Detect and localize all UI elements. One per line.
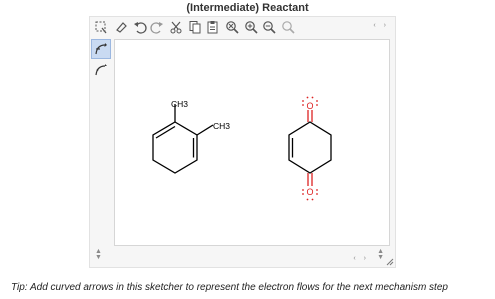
- bottom-scroll-arrows[interactable]: ‹ ›: [353, 255, 369, 262]
- curved-arrow-electron-pair-icon[interactable]: [91, 39, 111, 59]
- scissors-icon[interactable]: [167, 18, 185, 36]
- right-vertical-scroll-arrows[interactable]: ▲ ▼: [377, 248, 384, 261]
- dimethylcyclohexadiene-molecule: [152, 104, 214, 174]
- undo-icon[interactable]: [131, 18, 149, 36]
- eraser-icon[interactable]: [112, 18, 130, 36]
- oxygen-label-top: O: [307, 101, 314, 111]
- resize-grip-icon[interactable]: [386, 258, 394, 266]
- methyl-label-1: CH3: [171, 99, 188, 109]
- page-title: (Intermediate) Reactant: [186, 2, 309, 14]
- paste-icon[interactable]: [204, 18, 222, 36]
- sketcher-panel: ‹ › CH3 CH3 O O ▲ ▼ ‹ › ▲ ▼: [89, 16, 396, 268]
- redo-icon[interactable]: [148, 18, 166, 36]
- zoom-reset-icon[interactable]: [223, 18, 241, 36]
- zoom-fit-icon[interactable]: [279, 18, 297, 36]
- lone-pair-dots: [302, 96, 318, 201]
- tip-text: Tip: Add curved arrows in this sketcher …: [11, 282, 448, 293]
- benzoquinone-molecule: [288, 110, 332, 186]
- oxygen-label-bottom: O: [307, 187, 314, 197]
- vertical-scroll-arrows[interactable]: ▲ ▼: [95, 248, 102, 261]
- zoom-in-icon[interactable]: [242, 18, 260, 36]
- copy-icon[interactable]: [186, 18, 204, 36]
- sketcher-toolbar: ‹ ›: [90, 17, 395, 38]
- drawing-canvas[interactable]: CH3 CH3 O O: [114, 39, 390, 246]
- toolbar-scroll-arrows[interactable]: ‹ ›: [373, 22, 389, 29]
- lasso-select-icon[interactable]: [92, 18, 110, 36]
- curved-arrow-single-electron-icon[interactable]: [91, 60, 111, 80]
- zoom-out-icon[interactable]: [260, 18, 278, 36]
- methyl-label-2: CH3: [213, 121, 230, 131]
